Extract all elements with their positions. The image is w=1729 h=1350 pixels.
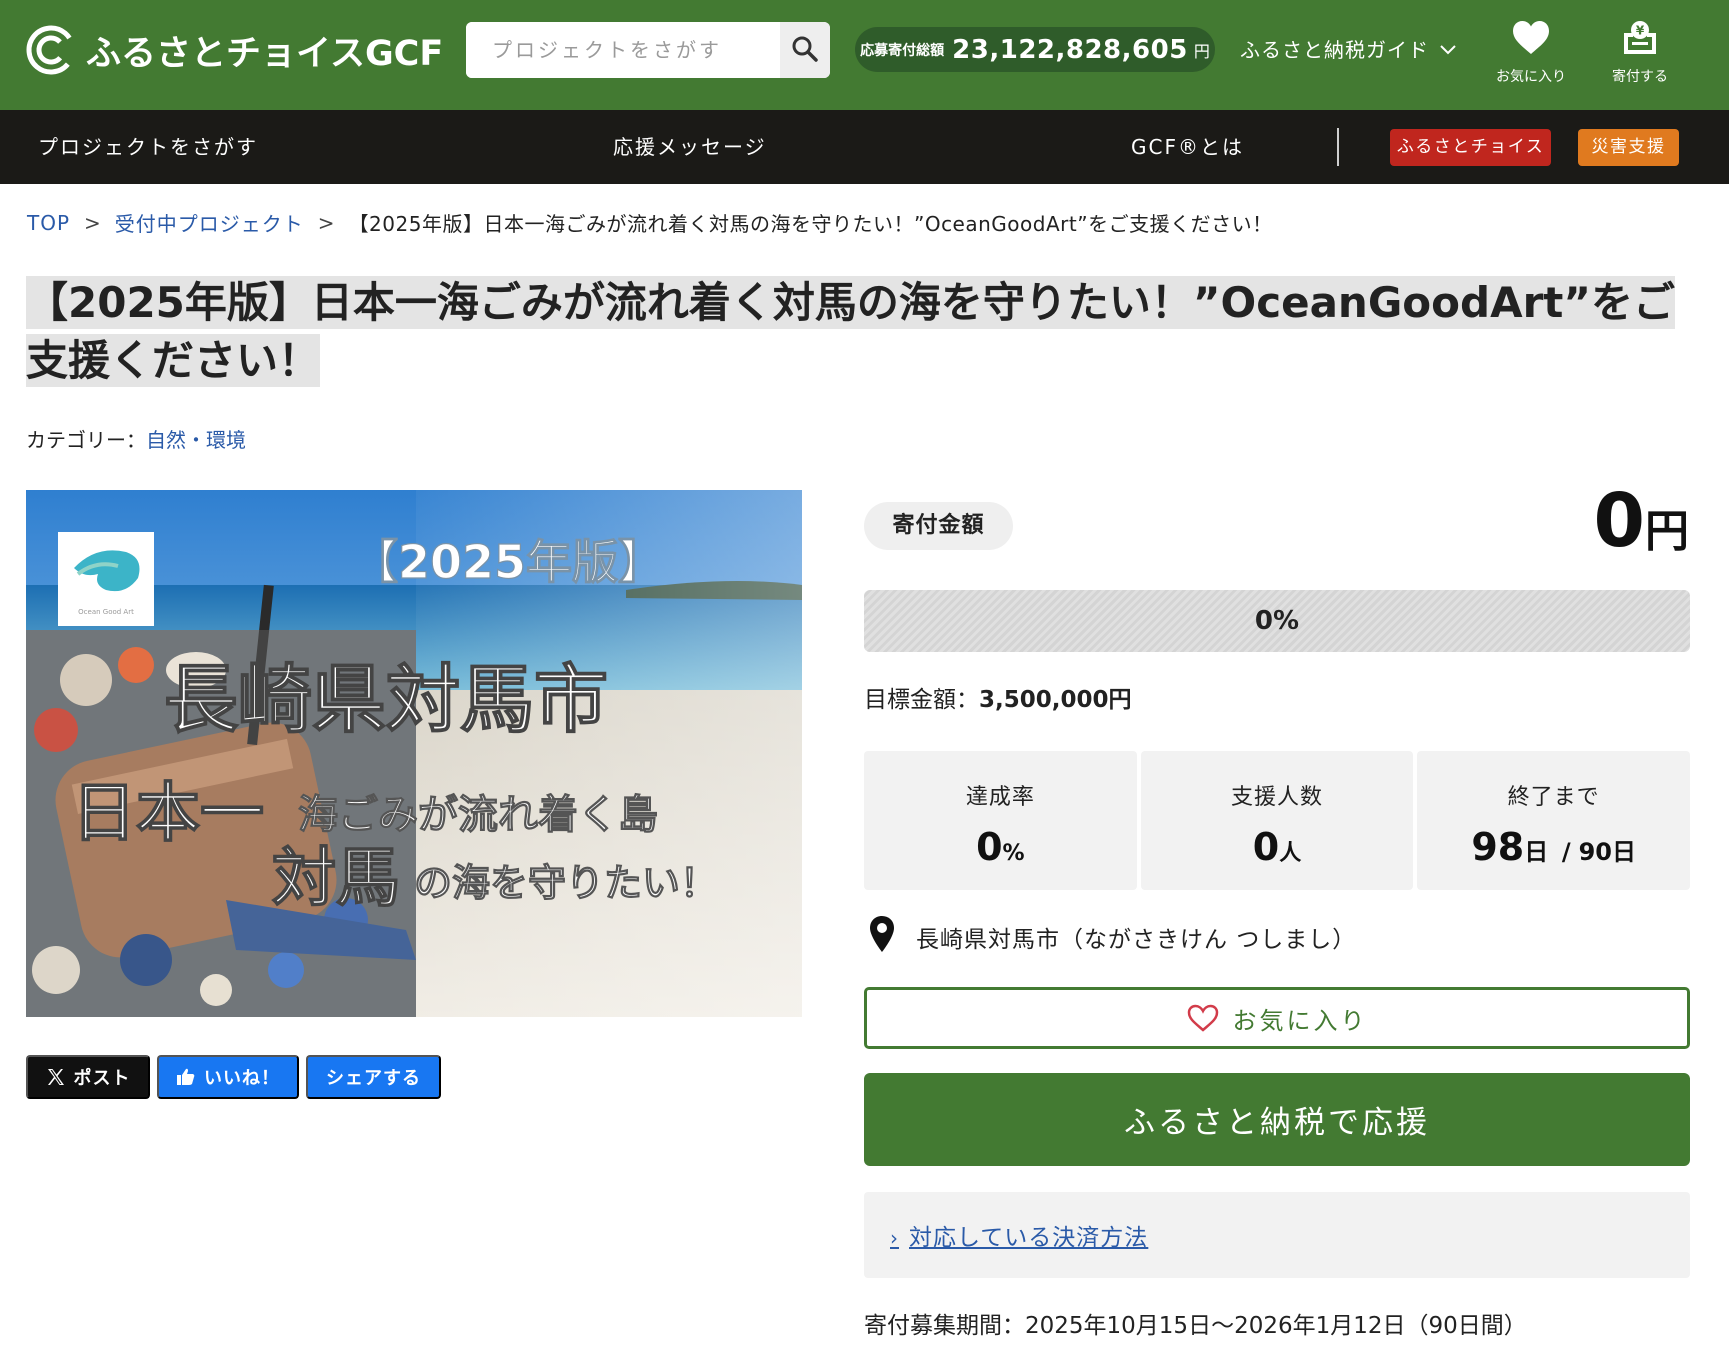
total-donations-label: 応募寄付総額: [860, 42, 945, 59]
stat-remaining-unit: 日: [1524, 838, 1549, 866]
donation-amount: 0円: [1594, 478, 1690, 564]
stat-supporters-unit: 人: [1279, 841, 1302, 866]
progress-text: 0%: [1254, 606, 1300, 636]
donate-box-icon: ¥: [1595, 16, 1685, 60]
donation-amount-value: 0: [1593, 478, 1646, 564]
nav-about-gcf[interactable]: GCF®とは: [1131, 110, 1244, 184]
furusato-choice-button[interactable]: ふるさとチョイス: [1390, 129, 1551, 166]
breadcrumb: TOP > 受付中プロジェクト > 【2025年版】日本一海ごみが流れ着く対馬の…: [27, 208, 1273, 237]
stat-supporters-value: 0: [1252, 825, 1280, 869]
category-link[interactable]: 自然・環境: [146, 428, 246, 452]
thumbs-up-icon: [176, 1067, 196, 1087]
category-label: カテゴリー：: [26, 428, 146, 452]
top-header: ふるさとチョイスGCF 応募寄付総額 23,122,828,605 円 ふるさと…: [0, 0, 1729, 110]
donation-period: 寄付募集期間：2025年10月15日〜2026年1月12日（90日間）: [864, 1313, 1527, 1339]
breadcrumb-top[interactable]: TOP: [27, 211, 70, 235]
stat-remaining-sep: /: [1561, 838, 1571, 866]
location-pin-icon: [870, 916, 894, 958]
hero-line-protect: の海を守りたい！: [414, 861, 718, 905]
page-title: 【2025年版】日本一海ごみが流れ着く対馬の海を守りたい！”OceanGoodA…: [26, 274, 1676, 390]
chevron-right-icon: ›: [890, 1226, 899, 1250]
search-button[interactable]: [780, 22, 830, 78]
furusato-guide-dropdown[interactable]: ふるさと納税ガイド: [1240, 34, 1457, 63]
main-nav: プロジェクトをさがす 応援メッセージ GCF®とは ふるさとチョイス 災害支援: [0, 110, 1729, 184]
donation-amount-label: 寄付金額: [864, 502, 1013, 550]
chevron-down-icon: [1439, 37, 1457, 61]
favorite-button-label: お気に入り: [1232, 1006, 1368, 1035]
location-text: 長崎県対馬市（ながさきけん つしまし）: [916, 927, 1357, 953]
site-logo[interactable]: ふるさとチョイスGCF: [24, 22, 443, 78]
stat-remaining: 終了まで 98日 /90日: [1417, 751, 1691, 890]
total-donations-value: 23,122,828,605: [952, 34, 1188, 65]
share-buttons: ポスト いいね！ シェアする: [26, 1055, 441, 1099]
stat-supporters-label: 支援人数: [1231, 785, 1324, 810]
payment-methods-box: › 対応している決済方法: [864, 1192, 1690, 1278]
nav-support-messages[interactable]: 応援メッセージ: [613, 110, 767, 184]
goal-amount: 目標金額：3,500,000円: [864, 680, 1132, 714]
breadcrumb-sep: >: [84, 210, 101, 235]
stat-remaining-label: 終了まで: [1507, 785, 1600, 810]
x-post-button[interactable]: ポスト: [26, 1055, 150, 1099]
breadcrumb-accepting-projects[interactable]: 受付中プロジェクト: [115, 208, 304, 237]
logo-mark-icon: [24, 23, 78, 77]
goal-label: 目標金額：: [864, 687, 979, 713]
header-donate-button[interactable]: ¥ 寄付する: [1595, 16, 1685, 86]
header-donate-label: 寄付する: [1612, 69, 1668, 85]
search-input[interactable]: [466, 22, 780, 78]
x-post-label: ポスト: [73, 1068, 131, 1088]
hero-line-japan-first: 日本一: [72, 777, 264, 851]
stat-remaining-value-wrap: 98日 /90日: [1417, 825, 1690, 869]
header-favorites-label: お気に入り: [1496, 69, 1566, 85]
donation-amount-unit: 円: [1645, 506, 1689, 557]
hero-logo-caption: Ocean Good Art: [78, 608, 134, 616]
project-hero-image: Ocean Good Art 【2025年版】 長崎県対馬市 日本一 海ごみが流…: [26, 490, 802, 1017]
stat-achievement: 達成率 0%: [864, 751, 1137, 890]
hero-badge: 【2025年版】: [352, 535, 664, 589]
search-icon: [791, 35, 819, 66]
header-favorites-button[interactable]: お気に入り: [1486, 16, 1576, 86]
stat-supporters: 支援人数 0人: [1140, 751, 1414, 890]
nav-divider: [1337, 128, 1339, 166]
progress-bar: 0%: [864, 590, 1690, 652]
logo-text: ふるさとチョイスGCF: [86, 33, 444, 74]
stat-remaining-value: 98: [1471, 825, 1525, 869]
stat-achievement-value-wrap: 0%: [864, 825, 1137, 869]
hero-line-island: 海ごみが流れ着く島: [298, 792, 658, 838]
search-box: [466, 22, 830, 78]
payment-methods-label: 対応している決済方法: [909, 1225, 1149, 1251]
payment-methods-link[interactable]: › 対応している決済方法: [890, 1218, 1148, 1252]
breadcrumb-sep: >: [317, 210, 335, 235]
facebook-share-button[interactable]: シェアする: [306, 1055, 441, 1099]
stat-achievement-label: 達成率: [965, 785, 1035, 810]
category-line: カテゴリー：自然・環境: [26, 424, 246, 453]
stat-achievement-value: 0: [976, 825, 1003, 869]
nav-find-projects[interactable]: プロジェクトをさがす: [38, 110, 258, 184]
page-title-text: 【2025年版】日本一海ごみが流れ着く対馬の海を守りたい！”OceanGoodA…: [26, 276, 1675, 387]
svg-text:¥: ¥: [1636, 24, 1645, 38]
hero-line-city: 長崎県対馬市: [164, 657, 608, 743]
heart-icon: [1486, 16, 1576, 60]
total-donations-badge: 応募寄付総額 23,122,828,605 円: [855, 27, 1215, 72]
hero-line-tsushima: 対馬: [272, 842, 400, 916]
stat-total-days: 90日: [1578, 838, 1636, 866]
stats-panel: 達成率 0% 支援人数 0人 終了まで 98日 /90日: [864, 751, 1691, 890]
project-location: 長崎県対馬市（ながさきけん つしまし）: [870, 916, 1356, 958]
heart-outline-icon: [1187, 1004, 1219, 1032]
facebook-like-label: いいね！: [204, 1068, 280, 1088]
breadcrumb-current: 【2025年版】日本一海ごみが流れ着く対馬の海を守りたい！”OceanGoodA…: [348, 212, 1273, 236]
facebook-like-button[interactable]: いいね！: [157, 1055, 299, 1099]
favorite-button[interactable]: お気に入り: [864, 987, 1690, 1049]
guide-label: ふるさと納税ガイド: [1240, 38, 1429, 62]
disaster-support-button[interactable]: 災害支援: [1578, 129, 1679, 166]
x-logo-icon: [46, 1067, 66, 1087]
stat-achievement-unit: %: [1002, 841, 1025, 866]
donate-furusato-button[interactable]: ふるさと納税で応援: [864, 1073, 1690, 1166]
total-donations-unit: 円: [1193, 41, 1210, 61]
goal-value: 3,500,000円: [979, 687, 1132, 713]
stat-supporters-value-wrap: 0人: [1141, 825, 1414, 869]
